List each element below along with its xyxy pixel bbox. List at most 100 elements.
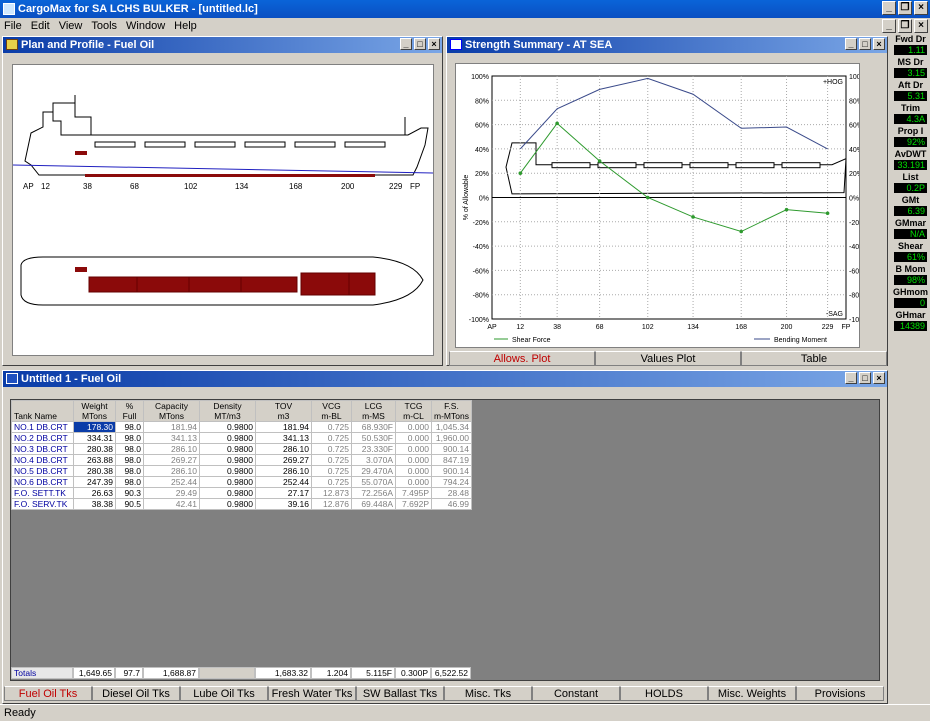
x-tick-label: 38	[553, 324, 561, 331]
maximize-button[interactable]: □	[859, 372, 871, 384]
menu-edit[interactable]: Edit	[31, 18, 50, 34]
table-cell[interactable]: 98.0	[115, 432, 144, 444]
readout-label: MS Dr	[897, 57, 924, 67]
minimize-button[interactable]: _	[845, 38, 857, 50]
table-row[interactable]: NO.4 DB.CRT 263.88 98.0 269.27 0.9800 269.27 0…	[11, 454, 472, 466]
restore-button[interactable]: ❐	[898, 1, 912, 15]
table-cell[interactable]: 90.5	[115, 498, 144, 510]
column-header-line2: m-MS	[362, 411, 385, 421]
table-cell[interactable]: 178.30	[73, 421, 116, 433]
plan-profile-title: Plan and Profile - Fuel Oil	[21, 39, 155, 51]
mdi-minimize-button[interactable]: _	[882, 19, 896, 33]
table-cell[interactable]: 98.0	[115, 476, 144, 488]
readout-label: GHmom	[892, 287, 928, 297]
column-header[interactable]: TCG m-CL	[395, 400, 432, 422]
close-button[interactable]: ×	[873, 38, 885, 50]
readout-label: List	[902, 172, 919, 182]
table-cell[interactable]: 247.39	[73, 476, 116, 488]
totals-cell	[199, 667, 255, 679]
table-row[interactable]: NO.5 DB.CRT 280.38 98.0 286.10 0.9800 286.10 0…	[11, 465, 472, 477]
maximize-button[interactable]: □	[414, 38, 426, 50]
tab-table[interactable]: Table	[741, 351, 887, 366]
column-header[interactable]: Capacity MTons	[143, 400, 200, 422]
plan-profile-canvas[interactable]: AP 12 38 68 102 134 168 200 229 FP	[12, 64, 434, 356]
minimize-button[interactable]: _	[400, 38, 412, 50]
y-tick-label-right: -40%	[849, 244, 859, 251]
table-row[interactable]: NO.6 DB.CRT 247.39 98.0 252.44 0.9800 252.44 0…	[11, 476, 472, 488]
column-header[interactable]: Tank Name	[11, 400, 74, 422]
maximize-button[interactable]: □	[859, 38, 871, 50]
menu-window[interactable]: Window	[126, 18, 165, 34]
table-cell[interactable]: 98.0	[115, 454, 144, 466]
mdi-restore-button[interactable]: ❐	[898, 19, 912, 33]
mdi-close-button[interactable]: ×	[914, 19, 928, 33]
table-row[interactable]: NO.1 DB.CRT 178.30 98.0 181.94 0.9800 181.94 0…	[11, 421, 472, 433]
minimize-button[interactable]: _	[845, 372, 857, 384]
table-cell: 286.10	[143, 443, 200, 455]
table-row[interactable]: NO.2 DB.CRT 334.31 98.0 341.13 0.9800 341.13 0…	[11, 432, 472, 444]
table-cell[interactable]: 334.31	[73, 432, 116, 444]
tab-allows-plot[interactable]: Allows. Plot	[449, 351, 595, 366]
table-cell: 29.470A	[351, 465, 396, 477]
y-axis-label: % of Allowable	[463, 175, 470, 221]
menu-view[interactable]: View	[59, 18, 83, 34]
column-header[interactable]: F.S. m-MTons	[431, 400, 472, 422]
frame-label: 102	[184, 182, 198, 191]
table-cell[interactable]: 280.38	[73, 465, 116, 477]
close-button[interactable]: ×	[873, 372, 885, 384]
table-cell[interactable]: 280.38	[73, 443, 116, 455]
table-cell: 0.725	[311, 476, 352, 488]
strength-chart: 100% 100% 80% 80% 60% 60% 40% 40% 20% 20% 0% 0% -20%…	[463, 74, 869, 344]
tab-diesel-oil-tks[interactable]: Diesel Oil Tks	[92, 686, 180, 701]
column-header-line2: Full	[122, 411, 137, 421]
tab-misc-weights[interactable]: Misc. Weights	[708, 686, 796, 701]
table-cell[interactable]: 98.0	[115, 421, 144, 433]
status-text: Ready	[4, 707, 36, 719]
close-button[interactable]: ×	[914, 1, 928, 15]
x-tick-label: FP	[842, 324, 851, 331]
table-cell: 286.10	[143, 465, 200, 477]
tab-provisions[interactable]: Provisions	[796, 686, 884, 701]
readout-label: Fwd Dr	[895, 34, 926, 44]
tab-values-plot[interactable]: Values Plot	[595, 351, 741, 366]
table-cell[interactable]: 263.88	[73, 454, 116, 466]
table-cell[interactable]: 98.0	[115, 443, 144, 455]
table-row[interactable]: F.O. SETT.TK 26.63 90.3 29.49 0.9800 27.17 12.…	[11, 487, 472, 499]
table-cell: 39.16	[255, 498, 312, 510]
column-header[interactable]: % Full	[115, 400, 144, 422]
table-cell: 847.19	[431, 454, 472, 466]
tab-lube-oil-tks[interactable]: Lube Oil Tks	[180, 686, 268, 701]
menu-help[interactable]: Help	[174, 18, 197, 34]
table-row[interactable]: F.O. SERV.TK 38.38 90.5 42.41 0.9800 39.16 12.…	[11, 498, 472, 510]
table-cell: 1,960.00	[431, 432, 472, 444]
bending-moment-line	[519, 77, 828, 150]
table-cell: 0.9800	[199, 432, 256, 444]
minimize-button[interactable]: _	[882, 1, 896, 15]
close-button[interactable]: ×	[428, 38, 440, 50]
menu-file[interactable]: File	[4, 18, 22, 34]
y-tick-label-left: -100%	[469, 317, 489, 324]
status-bar: Ready	[0, 704, 930, 720]
column-header-line1: Capacity	[154, 401, 189, 411]
shear-force-point	[825, 211, 830, 216]
table-cell[interactable]: 38.38	[73, 498, 116, 510]
tab-holds[interactable]: HOLDS	[620, 686, 708, 701]
column-header[interactable]: LCG m-MS	[351, 400, 396, 422]
table-cell[interactable]: 26.63	[73, 487, 116, 499]
column-header[interactable]: Weight MTons	[73, 400, 116, 422]
column-header[interactable]: VCG m-BL	[311, 400, 352, 422]
table-cell[interactable]: 90.3	[115, 487, 144, 499]
strength-chart-canvas[interactable]: 100% 100% 80% 80% 60% 60% 40% 40% 20% 20% 0% 0% -20%…	[455, 63, 869, 348]
column-header[interactable]: Density MT/m3	[199, 400, 256, 422]
table-cell: 269.27	[255, 454, 312, 466]
tab-misc-tks[interactable]: Misc. Tks	[444, 686, 532, 701]
menu-tools[interactable]: Tools	[91, 18, 117, 34]
tab-constant[interactable]: Constant	[532, 686, 620, 701]
tab-fresh-water-tks[interactable]: Fresh Water Tks	[268, 686, 356, 701]
table-row[interactable]: NO.3 DB.CRT 280.38 98.0 286.10 0.9800 286.10 0…	[11, 443, 472, 455]
table-cell: 341.13	[255, 432, 312, 444]
table-cell[interactable]: 98.0	[115, 465, 144, 477]
column-header[interactable]: TOV m3	[255, 400, 312, 422]
tab-fuel-oil-tks[interactable]: Fuel Oil Tks	[4, 686, 92, 701]
tab-sw-ballast-tks[interactable]: SW Ballast Tks	[356, 686, 444, 701]
